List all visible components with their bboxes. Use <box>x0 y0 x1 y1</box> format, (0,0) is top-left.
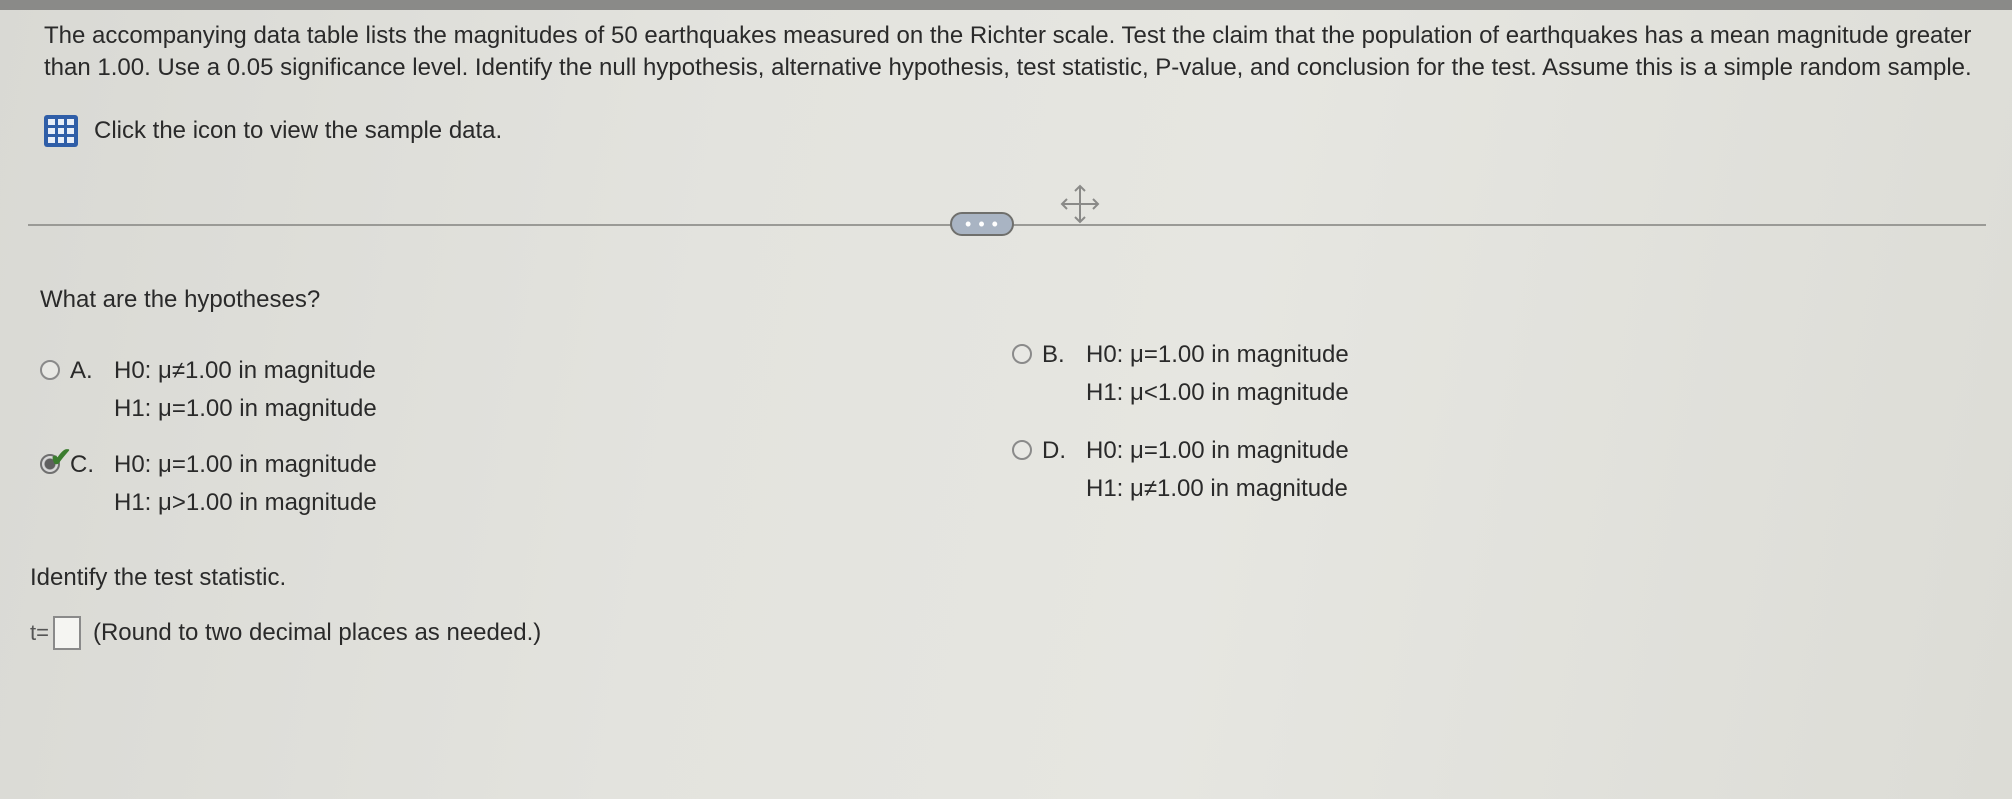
t-value-input[interactable] <box>52 616 81 650</box>
option-a-letter: A. <box>70 357 93 384</box>
option-c-h1: H1: μ>1.00 in magnitude <box>114 489 377 516</box>
problem-statement: The accompanying data table lists the ma… <box>44 22 1972 81</box>
option-c-h0: H0: μ=1.00 in magnitude <box>114 451 377 478</box>
option-b-letter: B. <box>1042 341 1065 368</box>
expand-more-button[interactable]: • • • <box>950 212 1014 236</box>
option-c-letter: C. <box>70 451 94 478</box>
option-b-h1: H1: μ<1.00 in magnitude <box>1086 379 1349 406</box>
rounding-hint: (Round to two decimal places as needed.) <box>92 619 542 646</box>
option-a-h0: H0: μ≠1.00 in magnitude <box>114 357 376 384</box>
data-table-icon[interactable] <box>44 115 78 147</box>
option-b-h0: H0: μ=1.00 in magnitude <box>1086 341 1349 368</box>
test-statistic-prompt: Identify the test statistic. <box>30 564 287 591</box>
sample-link-label[interactable]: Click the icon to view the sample data. <box>94 117 502 145</box>
option-d-h1: H1: μ≠1.00 in magnitude <box>1086 475 1348 502</box>
option-d-letter: D. <box>1042 437 1066 464</box>
radio-option-b[interactable] <box>1012 344 1032 364</box>
option-d-h0: H0: μ=1.00 in magnitude <box>1086 437 1349 464</box>
hypotheses-question: What are the hypotheses? <box>40 286 321 313</box>
top-bar <box>0 0 2012 10</box>
view-sample-data-link[interactable]: Click the icon to view the sample data. <box>44 115 502 147</box>
radio-option-a[interactable] <box>40 360 60 380</box>
radio-option-d[interactable] <box>1012 440 1032 460</box>
option-a-h1: H1: μ=1.00 in magnitude <box>114 395 377 422</box>
correct-check-icon: ✔ <box>50 442 72 472</box>
test-statistic-answer-row: t= (Round to two decimal places as neede… <box>30 616 541 650</box>
t-label: t= <box>30 620 49 645</box>
move-icon[interactable] <box>1058 182 1102 226</box>
